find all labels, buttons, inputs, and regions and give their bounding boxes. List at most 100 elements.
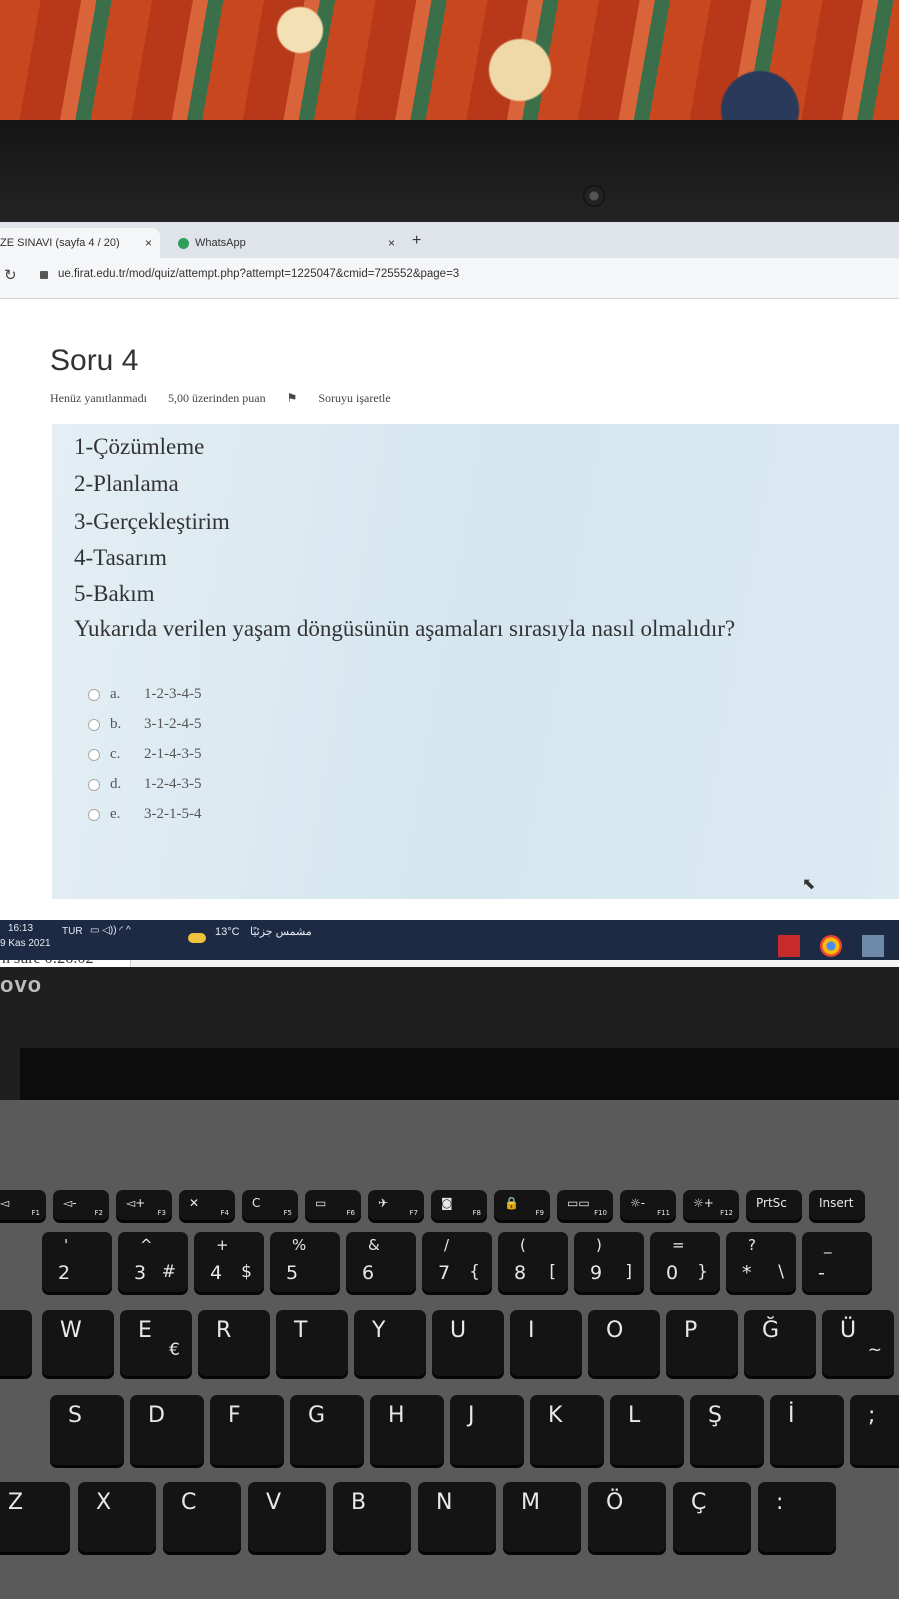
number-key[interactable]: = 0} — [650, 1232, 720, 1292]
letter-key[interactable]: T — [276, 1310, 348, 1376]
option-letter: e. — [110, 806, 121, 822]
key-label: ◅+ — [126, 1196, 146, 1210]
letter-key[interactable]: R — [198, 1310, 270, 1376]
flag-question-link[interactable]: ⚑ Soruyu işaretle — [287, 391, 409, 405]
number-key[interactable]: % 5 — [270, 1232, 340, 1292]
url-text[interactable]: ue.firat.edu.tr/mod/quiz/attempt.php?att… — [58, 268, 459, 280]
number-key[interactable]: +4 $ — [194, 1232, 264, 1292]
key-label: ▭ — [315, 1196, 327, 1210]
tab-quiz[interactable]: ZE SINAVI (sayfa 4 / 20) × — [0, 228, 160, 258]
letter-key[interactable]: I — [510, 1310, 582, 1376]
laptop-hinge — [20, 1048, 899, 1108]
function-key[interactable]: ◅- F2 — [53, 1190, 109, 1220]
key-alt-label: \ — [778, 1262, 784, 1282]
number-key[interactable]: (8 [ — [498, 1232, 568, 1292]
key-label: U — [450, 1318, 467, 1343]
answer-option-d[interactable]: d. 1-2-4-3-5 — [88, 776, 201, 793]
function-key[interactable]: ✈ F7 — [368, 1190, 424, 1220]
reload-icon[interactable]: ↻ — [4, 266, 17, 284]
radio-button[interactable] — [88, 778, 100, 791]
answer-option-a[interactable]: a. 1-2-3-4-5 — [88, 686, 201, 703]
pdf-reader-icon[interactable] — [778, 935, 800, 957]
letter-key[interactable]: D — [130, 1395, 204, 1465]
close-tab-icon[interactable]: × — [388, 236, 395, 250]
letter-key[interactable]: E € — [120, 1310, 192, 1376]
letter-key[interactable]: Z — [0, 1482, 70, 1552]
taskbar-time[interactable]: 16:13 — [8, 923, 33, 934]
key-label: J — [468, 1403, 475, 1428]
number-key[interactable]: ^ 3 # — [118, 1232, 188, 1292]
radio-button[interactable] — [88, 748, 100, 761]
address-bar[interactable]: ↻ ue.firat.edu.tr/mod/quiz/attempt.php?a… — [0, 258, 899, 299]
number-key[interactable]: ) 9] — [574, 1232, 644, 1292]
tray-icons[interactable]: ▭ ◁)) ◜ ^ — [90, 925, 131, 936]
function-key[interactable]: C F5 — [242, 1190, 298, 1220]
function-key[interactable]: ☼- F11 — [620, 1190, 676, 1220]
tab-whatsapp[interactable]: WhatsApp × — [168, 228, 403, 258]
letter-key[interactable]: H — [370, 1395, 444, 1465]
function-key[interactable]: ◅ F1 — [0, 1190, 46, 1220]
key-label: E — [138, 1318, 152, 1343]
letter-key[interactable]: F — [210, 1395, 284, 1465]
letter-key[interactable]: S — [50, 1395, 124, 1465]
letter-key[interactable]: W — [42, 1310, 114, 1376]
letter-key[interactable]: K — [530, 1395, 604, 1465]
whatsapp-icon — [178, 237, 189, 249]
letter-key[interactable]: M — [503, 1482, 581, 1552]
radio-button[interactable] — [88, 718, 100, 731]
letter-key[interactable]: ; — [850, 1395, 899, 1465]
key-label: 6 — [362, 1262, 375, 1284]
function-key[interactable]: ✕ F4 — [179, 1190, 235, 1220]
close-tab-icon[interactable]: × — [145, 236, 152, 250]
letter-key[interactable]: J — [450, 1395, 524, 1465]
file-explorer-icon[interactable] — [862, 935, 884, 957]
key-label: ✕ — [189, 1196, 200, 1210]
answer-option-b[interactable]: b. 3-1-2-4-5 — [88, 716, 201, 733]
letter-key[interactable]: Ö — [588, 1482, 666, 1552]
number-key[interactable]: _ - — [802, 1232, 872, 1292]
tab-whatsapp-label: WhatsApp — [195, 237, 246, 249]
new-tab-button[interactable]: + — [412, 232, 421, 250]
answer-option-c[interactable]: c. 2-1-4-3-5 — [88, 746, 201, 763]
letter-key[interactable]: X — [78, 1482, 156, 1552]
letter-key[interactable]: N — [418, 1482, 496, 1552]
chrome-icon[interactable] — [820, 935, 842, 957]
answer-option-e[interactable]: e. 3-2-1-5-4 — [88, 806, 201, 823]
function-key[interactable]: ▭▭ F10 — [557, 1190, 613, 1220]
function-key[interactable]: Insert — [809, 1190, 865, 1220]
key-shift-label: / — [444, 1236, 450, 1254]
radio-button[interactable] — [88, 808, 100, 821]
letter-key[interactable]: Y — [354, 1310, 426, 1376]
letter-key[interactable]: : — [758, 1482, 836, 1552]
letter-key[interactable]: @ — [0, 1310, 32, 1376]
number-key[interactable]: / 7 { — [422, 1232, 492, 1292]
letter-key[interactable]: Ğ — [744, 1310, 816, 1376]
weather-temp[interactable]: 13°C — [215, 926, 240, 938]
letter-key[interactable]: Ü ~ — [822, 1310, 894, 1376]
letter-key[interactable]: İ — [770, 1395, 844, 1465]
function-key[interactable]: ▭ F6 — [305, 1190, 361, 1220]
number-key[interactable]: ' 2 — [42, 1232, 112, 1292]
letter-key[interactable]: P — [666, 1310, 738, 1376]
number-key[interactable]: ? * \ — [726, 1232, 796, 1292]
number-key[interactable]: & 6 — [346, 1232, 416, 1292]
function-key[interactable]: ☼+ F12 — [683, 1190, 739, 1220]
function-key[interactable]: PrtSc — [746, 1190, 802, 1220]
letter-key[interactable]: Ç — [673, 1482, 751, 1552]
function-key[interactable]: ◙ F8 — [431, 1190, 487, 1220]
letter-key[interactable]: B — [333, 1482, 411, 1552]
letter-key[interactable]: L — [610, 1395, 684, 1465]
letter-key[interactable]: U — [432, 1310, 504, 1376]
letter-key[interactable]: V — [248, 1482, 326, 1552]
taskbar-date[interactable]: 9 Kas 2021 — [0, 938, 51, 949]
radio-button[interactable] — [88, 688, 100, 701]
letter-key[interactable]: Ş — [690, 1395, 764, 1465]
key-label: ; — [868, 1403, 876, 1428]
language-indicator[interactable]: TUR — [62, 926, 83, 937]
letter-key[interactable]: G — [290, 1395, 364, 1465]
function-key[interactable]: ◅+ F3 — [116, 1190, 172, 1220]
letter-key[interactable]: C — [163, 1482, 241, 1552]
function-key[interactable]: 🔒 F9 — [494, 1190, 550, 1220]
letter-key[interactable]: O — [588, 1310, 660, 1376]
key-label: 8 — [514, 1262, 527, 1284]
